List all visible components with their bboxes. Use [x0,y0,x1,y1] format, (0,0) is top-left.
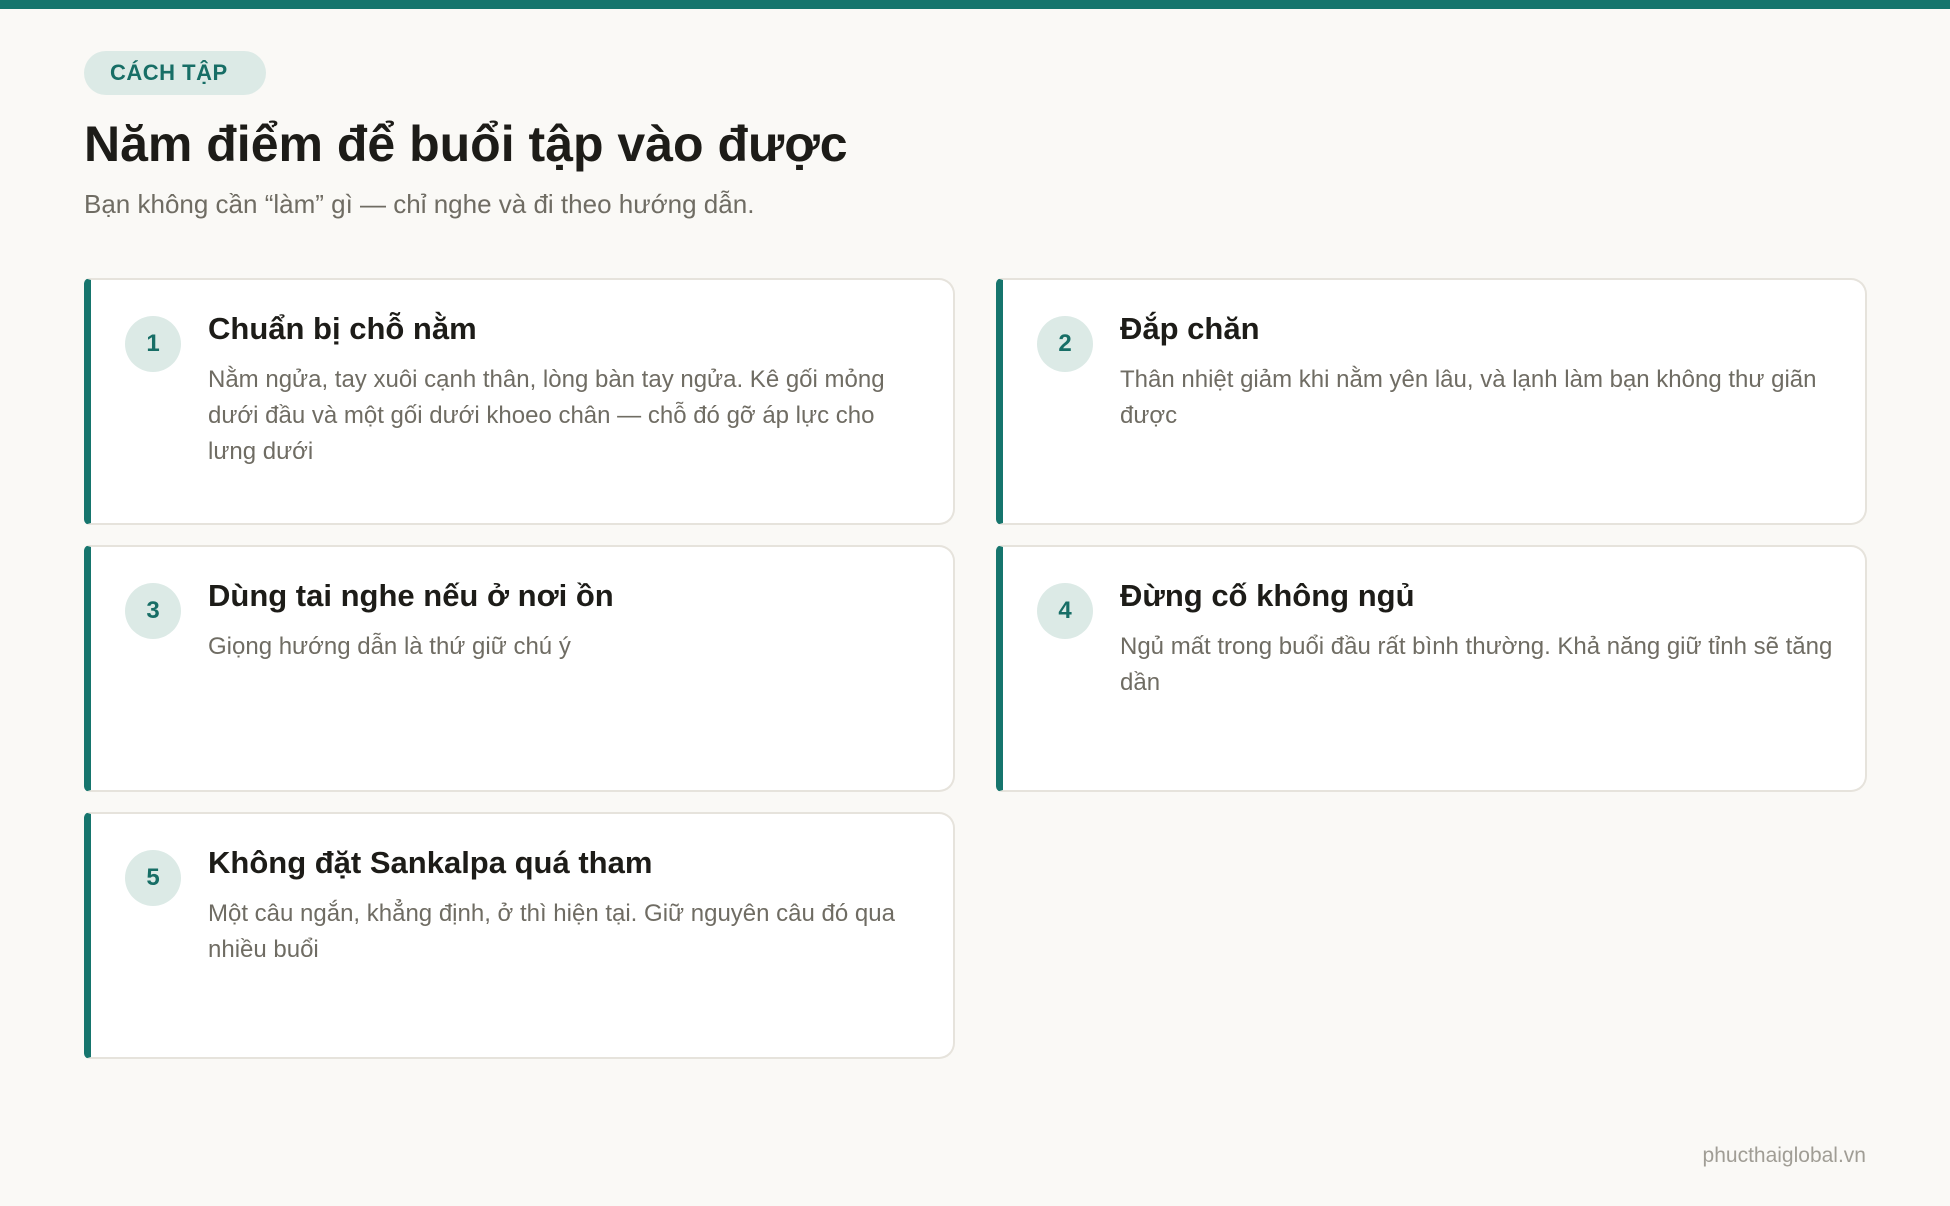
tip-card-5: 5 Không đặt Sankalpa quá tham Một câu ng… [84,812,955,1059]
tip-description: Ngủ mất trong buổi đầu rất bình thường. … [1120,633,1833,696]
tip-description: Thân nhiệt giảm khi nằm yên lâu, và lạnh… [1120,366,1817,429]
tip-number-badge: 5 [125,850,181,906]
tip-title: Đắp chăn [1120,311,1260,346]
tip-card-1: 1 Chuẩn bị chỗ nằm Nằm ngửa, tay xuôi cạ… [84,278,955,525]
tip-description: Nằm ngửa, tay xuôi cạnh thân, lòng bàn t… [208,366,885,465]
tip-number-badge: 2 [1037,316,1093,372]
top-accent-bar [0,0,1950,9]
tips-grid: 1 Chuẩn bị chỗ nằm Nằm ngửa, tay xuôi cạ… [84,278,1867,1059]
footer-site-url: phucthaiglobal.vn [1702,1144,1866,1167]
tip-title: Đừng cố không ngủ [1120,578,1415,613]
tip-description: Giọng hướng dẫn là thứ giữ chú ý [208,633,571,660]
page-title: Năm điểm để buổi tập vào được [84,116,848,172]
tip-card-4: 4 Đừng cố không ngủ Ngủ mất trong buổi đ… [996,545,1867,792]
tip-description: Một câu ngắn, khẳng định, ở thì hiện tại… [208,900,895,963]
tip-number-badge: 4 [1037,583,1093,639]
tip-title: Không đặt Sankalpa quá tham [208,845,653,880]
tip-title: Dùng tai nghe nếu ở nơi ồn [208,578,614,613]
tip-title: Chuẩn bị chỗ nằm [208,311,477,346]
tip-card-2: 2 Đắp chăn Thân nhiệt giảm khi nằm yên l… [996,278,1867,525]
tip-number-badge: 1 [125,316,181,372]
tip-number-badge: 3 [125,583,181,639]
page-subtitle: Bạn không cần “làm” gì — chỉ nghe và đi … [84,189,755,219]
section-tag: CÁCH TẬP [84,51,266,95]
tip-card-3: 3 Dùng tai nghe nếu ở nơi ồn Giọng hướng… [84,545,955,792]
